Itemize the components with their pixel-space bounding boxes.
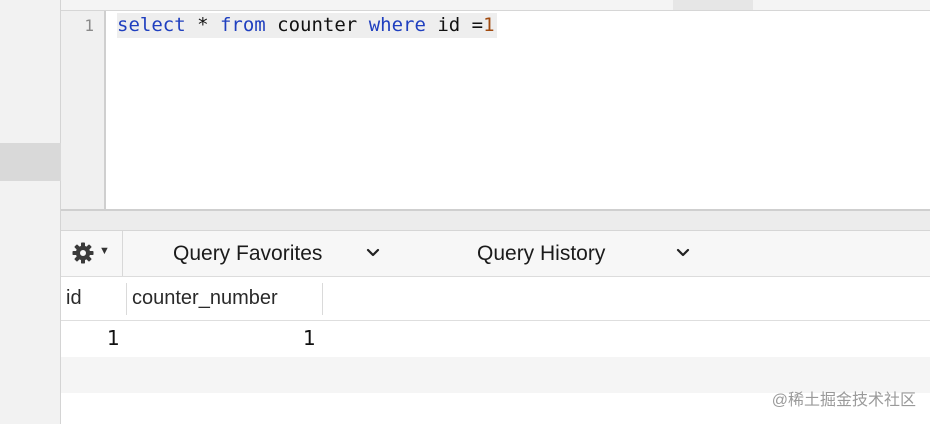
- top-tab-bar: [61, 0, 930, 11]
- cell-counter-number[interactable]: 1: [303, 326, 316, 350]
- query-favorites-button[interactable]: Query Favorites: [173, 242, 322, 266]
- table-header-row: id counter_number: [61, 277, 930, 321]
- gear-icon: [72, 242, 94, 264]
- editor-gutter: 1: [61, 11, 106, 209]
- table-row[interactable]: 1 1: [61, 321, 930, 357]
- chevron-down-icon[interactable]: [675, 245, 691, 261]
- query-history-button[interactable]: Query History: [477, 242, 605, 266]
- code-token-star: *: [185, 14, 220, 36]
- sidebar-selected-item[interactable]: [0, 143, 61, 181]
- column-divider[interactable]: [126, 283, 127, 315]
- top-tab[interactable]: [673, 0, 753, 10]
- cell-id[interactable]: 1: [107, 326, 120, 350]
- caret-down-icon: ▼: [99, 245, 110, 257]
- code-token-number: 1: [483, 14, 495, 36]
- query-editor[interactable]: 1 select * from counter where id =1: [61, 11, 930, 209]
- code-token-table: counter: [265, 14, 369, 36]
- sidebar: [0, 0, 61, 424]
- watermark: @稀土掘金技术社区: [771, 392, 916, 409]
- pane-splitter[interactable]: [61, 209, 930, 231]
- code-keyword-where: where: [368, 14, 426, 36]
- code-keyword-select: select: [117, 14, 186, 36]
- code-line[interactable]: select * from counter where id =1: [117, 13, 497, 38]
- column-divider[interactable]: [322, 283, 323, 315]
- code-token-condition: id =: [425, 14, 484, 36]
- code-keyword-from: from: [219, 14, 266, 36]
- chevron-down-icon[interactable]: [365, 245, 381, 261]
- query-toolbar: ▼ Query Favorites Query History: [61, 231, 930, 277]
- settings-menu-button[interactable]: ▼: [61, 231, 123, 276]
- column-header-counter-number[interactable]: counter_number: [132, 287, 278, 310]
- line-number: 1: [84, 16, 94, 35]
- results-table: id counter_number 1 1 @稀土掘金技术社区: [61, 277, 930, 424]
- column-header-id[interactable]: id: [66, 287, 82, 310]
